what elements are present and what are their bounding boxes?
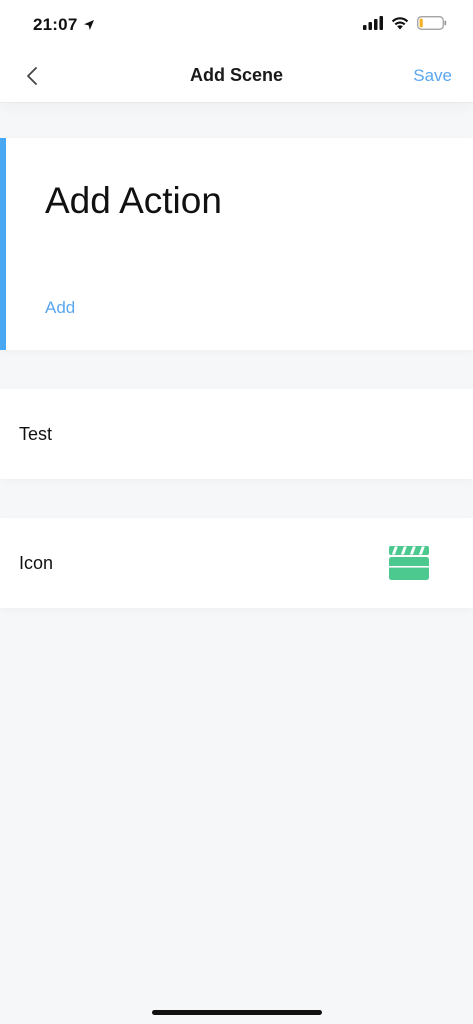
cellular-signal-icon	[363, 16, 383, 30]
battery-low-icon	[417, 16, 447, 30]
card-accent-bar	[0, 138, 6, 350]
add-action-button[interactable]: Add	[45, 298, 75, 318]
add-action-title: Add Action	[45, 180, 222, 221]
clapperboard-icon[interactable]	[389, 546, 429, 580]
wifi-icon	[391, 17, 409, 30]
location-arrow-icon	[84, 20, 95, 30]
nav-bar: Add Scene Save	[0, 50, 473, 102]
scene-name-value[interactable]: Test	[19, 424, 52, 445]
status-time-text: 21:07	[33, 15, 78, 34]
status-time: 21:07	[33, 15, 95, 35]
scene-icon-row[interactable]: Icon	[0, 518, 473, 608]
page-title: Add Scene	[189, 65, 284, 85]
icon-row-label: Icon	[19, 553, 54, 573]
status-bar: 21:07	[0, 0, 473, 50]
home-indicator[interactable]	[152, 1010, 322, 1015]
save-button[interactable]: Save	[413, 66, 452, 86]
scene-name-row[interactable]: Test	[0, 389, 473, 479]
status-icons	[363, 16, 447, 30]
add-action-card: Add Action Add	[0, 138, 473, 350]
